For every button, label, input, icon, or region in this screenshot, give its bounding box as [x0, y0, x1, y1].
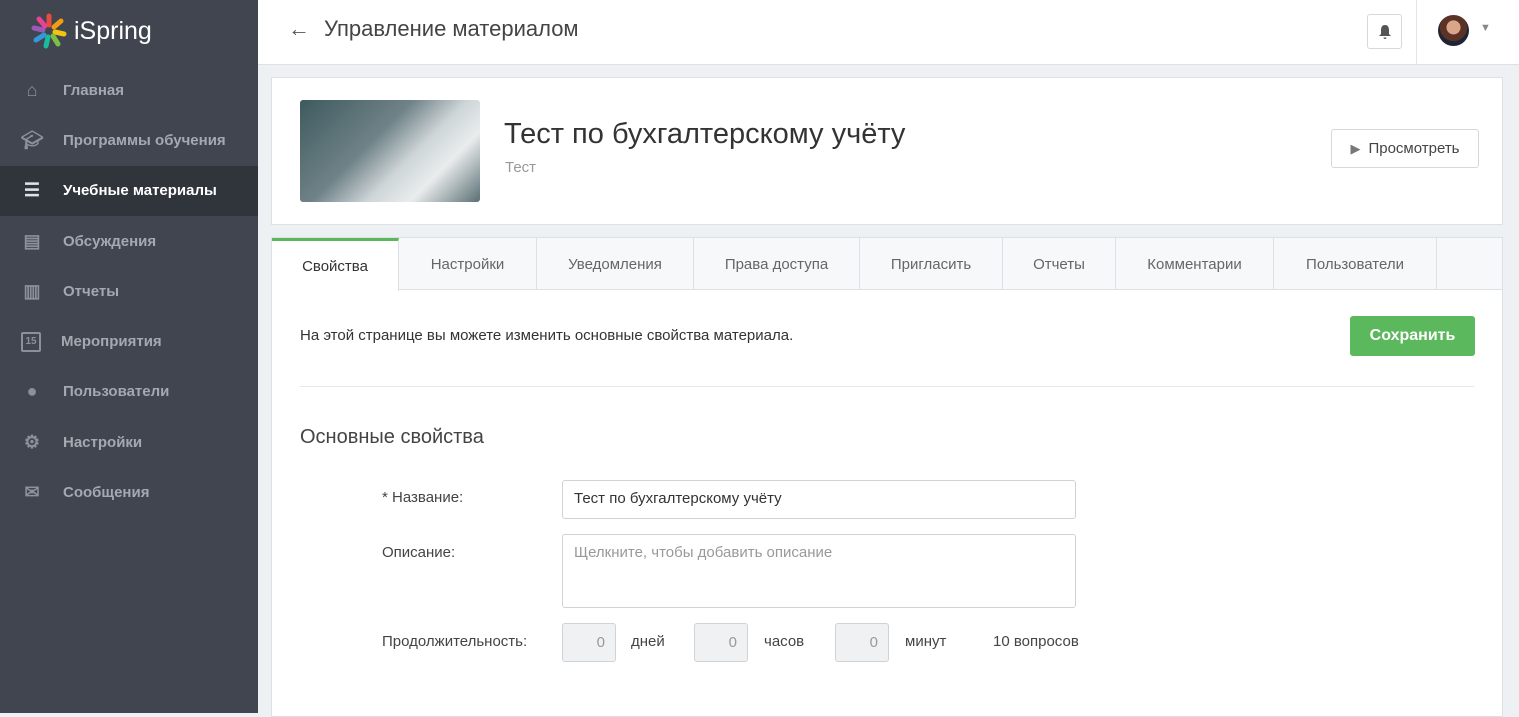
material-thumbnail — [300, 100, 480, 202]
preview-button[interactable]: ▶ Просмотреть — [1331, 129, 1479, 168]
bell-icon — [1378, 24, 1391, 39]
sidebar-item-home[interactable]: ⌂ Главная — [0, 65, 258, 115]
sidebar-item-label: Обсуждения — [63, 232, 157, 250]
material-title: Тест по бухгалтерскому учёту — [504, 118, 906, 150]
header-divider — [1416, 0, 1417, 65]
days-input[interactable]: 0 — [562, 623, 616, 662]
notepad-icon: ☰ — [23, 180, 41, 201]
ispring-logo-icon — [31, 13, 67, 49]
gear-icon: ⚙ — [23, 431, 41, 452]
hours-label: часов — [764, 633, 805, 650]
tab-comments[interactable]: Комментарии — [1116, 238, 1274, 290]
sidebar-item-label: Программы обучения — [63, 131, 226, 149]
minutes-label: минут — [905, 633, 947, 650]
name-label: * Название: — [382, 489, 464, 506]
intro-text: На этой странице вы можете изменить осно… — [300, 327, 794, 344]
sidebar-item-reports[interactable]: ▥ Отчеты — [0, 266, 258, 316]
divider — [300, 386, 1474, 387]
logo-text: iSpring — [74, 16, 152, 45]
tab-bar: Свойства Настройки Уведомления Права дос… — [272, 238, 1502, 291]
tab-users[interactable]: Пользователи — [1274, 238, 1437, 290]
header: ← Управление материалом ▼ — [258, 0, 1519, 65]
sidebar-item-label: Учебные материалы — [63, 182, 217, 200]
save-button[interactable]: Сохранить — [1350, 316, 1475, 356]
chat-icon: ▤ — [23, 230, 41, 251]
duration-label: Продолжительность: — [382, 633, 528, 650]
material-card: Тест по бухгалтерскому учёту Тест ▶ Просм… — [271, 77, 1503, 225]
sidebar-item-events[interactable]: 15 Мероприятия — [0, 316, 258, 366]
sidebar-item-discussions[interactable]: ▤ Обсуждения — [0, 216, 258, 266]
envelope-icon: ✉ — [24, 482, 40, 503]
days-label: дней — [631, 633, 665, 650]
sidebar-item-label: Настройки — [63, 433, 143, 451]
bar-chart-icon: ▥ — [23, 280, 41, 301]
sidebar: iSpring ⌂ Главная 🎓︎ Программы обучения ☰ У… — [0, 0, 258, 713]
material-type: Тест — [505, 159, 537, 176]
hours-input[interactable]: 0 — [694, 623, 748, 662]
tab-access[interactable]: Права доступа — [694, 238, 860, 290]
calendar-icon: 15 — [21, 331, 41, 352]
sidebar-item-label: Мероприятия — [61, 333, 162, 351]
name-input[interactable]: Тест по бухгалтерскому учёту — [562, 480, 1076, 519]
questions-count: 10 вопросов — [993, 633, 1079, 650]
sidebar-item-label: Пользователи — [63, 383, 170, 401]
notifications-button[interactable] — [1367, 14, 1402, 49]
home-icon: ⌂ — [26, 79, 38, 100]
page-title: Управление материалом — [324, 16, 579, 41]
description-label: Описание: — [382, 544, 456, 561]
tab-properties[interactable]: Свойства — [272, 238, 399, 291]
back-arrow-icon[interactable]: ← — [288, 16, 310, 42]
sidebar-item-label: Отчеты — [63, 282, 120, 300]
sidebar-item-programs[interactable]: 🎓︎ Программы обучения — [0, 115, 258, 165]
sidebar-item-messages[interactable]: ✉ Сообщения — [0, 467, 258, 517]
section-title: Основные свойства — [300, 426, 484, 448]
user-icon: ● — [26, 381, 38, 402]
tab-invite[interactable]: Пригласить — [860, 238, 1003, 290]
sidebar-nav: ⌂ Главная 🎓︎ Программы обучения ☰ Учебные м… — [0, 65, 258, 518]
preview-label: Просмотреть — [1368, 140, 1460, 157]
avatar[interactable] — [1438, 15, 1469, 46]
tab-settings[interactable]: Настройки — [399, 238, 537, 290]
play-icon: ▶ — [1350, 140, 1361, 156]
properties-panel: Свойства Настройки Уведомления Права дос… — [271, 237, 1503, 717]
logo[interactable]: iSpring — [30, 12, 152, 50]
graduation-cap-icon: 🎓︎ — [20, 129, 44, 150]
sidebar-item-materials[interactable]: ☰ Учебные материалы — [0, 165, 258, 216]
tab-notifications[interactable]: Уведомления — [537, 238, 694, 290]
sidebar-item-settings[interactable]: ⚙ Настройки — [0, 417, 258, 467]
sidebar-item-users[interactable]: ● Пользователи — [0, 367, 258, 417]
sidebar-item-label: Главная — [63, 81, 125, 99]
sidebar-item-label: Сообщения — [63, 484, 150, 502]
minutes-input[interactable]: 0 — [835, 623, 889, 662]
tab-reports[interactable]: Отчеты — [1003, 238, 1116, 290]
chevron-down-icon[interactable]: ▼ — [1480, 22, 1491, 34]
description-input[interactable]: Щелкните, чтобы добавить описание — [562, 534, 1076, 608]
